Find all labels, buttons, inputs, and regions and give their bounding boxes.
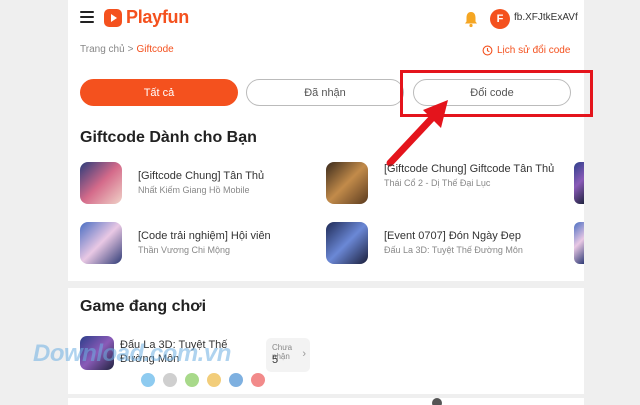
game-thumbnail (326, 222, 368, 264)
game-section-title: Game đang chơi (80, 298, 207, 315)
close-icon[interactable] (432, 398, 442, 405)
giftcode-section-title: Giftcode Dành cho Bạn (80, 129, 257, 146)
watermark-dot (185, 373, 199, 387)
username[interactable]: fb.XFJtkExAVf (514, 12, 578, 23)
giftcode-game: Thái Cổ 2 - Dị Thế Đại Lục (384, 178, 491, 188)
watermark-dots (141, 373, 273, 387)
watermark-dot (141, 373, 155, 387)
status-count: 5 (272, 354, 279, 366)
breadcrumb-current: Giftcode (136, 44, 174, 55)
next-giftcode-thumbnail[interactable] (574, 222, 584, 264)
annotation-highlight-box (400, 70, 593, 117)
game-giftcode-status[interactable]: Chưa nhận 5 › (266, 338, 310, 372)
watermark-dot (251, 373, 265, 387)
giftcode-title: [Giftcode Chung] Giftcode Tân Thủ (384, 163, 555, 175)
playfun-logo[interactable]: Playfun (104, 7, 189, 28)
giftcode-title: [Code trải nghiệm] Hội viên (138, 230, 271, 242)
giftcode-item[interactable]: [Event 0707] Đón Ngày Đẹp Đấu La 3D: Tuy… (326, 222, 523, 264)
redeem-history-link[interactable]: Lịch sử đổi code (482, 45, 570, 56)
game-thumbnail (80, 222, 122, 264)
giftcode-item[interactable]: [Giftcode Chung] Tân Thủ Nhất Kiếm Giang… (80, 162, 264, 204)
breadcrumb-separator: > (127, 44, 134, 55)
hamburger-menu-icon[interactable] (80, 11, 94, 23)
play-logo-icon (104, 8, 122, 27)
giftcode-game: Nhất Kiếm Giang Hồ Mobile (138, 185, 250, 195)
history-link-label: Lịch sử đổi code (497, 45, 571, 56)
giftcode-item[interactable]: [Giftcode Chung] Giftcode Tân Thủ Thái C… (326, 162, 564, 204)
watermark-dot (207, 373, 221, 387)
giftcode-game: Thần Vương Chi Mộng (138, 245, 230, 255)
breadcrumb-home[interactable]: Trang chủ (80, 44, 125, 55)
chevron-right-icon: › (302, 348, 306, 360)
breadcrumb: Trang chủ > Giftcode (80, 44, 174, 55)
tab-received[interactable]: Đã nhận (246, 79, 404, 106)
bottom-card (68, 398, 584, 405)
giftcode-title: [Event 0707] Đón Ngày Đẹp (384, 230, 521, 242)
giftcode-item[interactable]: [Code trải nghiệm] Hội viên Thần Vương C… (80, 222, 271, 264)
giftcode-game: Đấu La 3D: Tuyệt Thế Đường Môn (384, 245, 523, 255)
giftcode-title: [Giftcode Chung] Tân Thủ (138, 170, 265, 182)
user-avatar[interactable]: F (490, 9, 510, 29)
watermark-dot (163, 373, 177, 387)
next-giftcode-thumbnail[interactable] (574, 162, 584, 204)
watermark-dot (229, 373, 243, 387)
tab-all[interactable]: Tất cả (80, 79, 238, 106)
history-clock-icon (482, 45, 493, 56)
notification-bell-icon[interactable] (462, 10, 480, 28)
brand-name: Playfun (126, 7, 189, 27)
download-watermark: Download.com.vn (33, 340, 231, 367)
game-thumbnail (80, 162, 122, 204)
game-thumbnail (326, 162, 368, 204)
